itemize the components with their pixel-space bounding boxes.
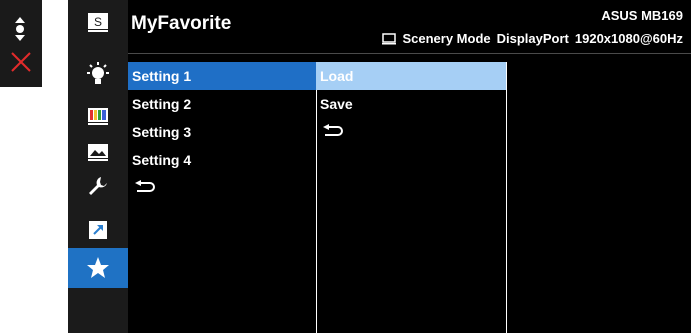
sidebar-item-color[interactable] bbox=[68, 96, 128, 136]
back-button[interactable] bbox=[128, 174, 316, 202]
setting-3-item[interactable]: Setting 3 bbox=[128, 118, 316, 146]
scenery-mode-text: Scenery Mode bbox=[402, 31, 491, 46]
osd-key-strip bbox=[0, 0, 42, 87]
header-divider bbox=[128, 53, 691, 54]
settings-list: Setting 1 Setting 2 Setting 3 Setting 4 bbox=[128, 62, 316, 202]
page-title: MyFavorite bbox=[131, 13, 232, 34]
sidebar-item-system-setup[interactable] bbox=[68, 166, 128, 206]
monitor-icon bbox=[382, 32, 397, 44]
column-divider-2 bbox=[506, 62, 507, 333]
input-source-text: DisplayPort bbox=[496, 31, 569, 46]
sidebar-item-shortcut[interactable] bbox=[68, 210, 128, 250]
joystick-icon[interactable] bbox=[9, 17, 31, 41]
setting-4-item[interactable]: Setting 4 bbox=[128, 146, 316, 174]
image-icon bbox=[88, 144, 108, 161]
shortcut-icon bbox=[89, 221, 107, 239]
favorite-star-icon bbox=[87, 257, 109, 278]
wrench-icon bbox=[89, 177, 107, 195]
back-button-2[interactable] bbox=[316, 118, 506, 146]
load-item[interactable]: Load bbox=[316, 62, 506, 90]
splendid-icon: S bbox=[88, 13, 108, 32]
close-icon[interactable] bbox=[10, 51, 32, 73]
save-item[interactable]: Save bbox=[316, 90, 506, 118]
return-arrow-icon bbox=[135, 180, 155, 192]
actions-list: Load Save bbox=[316, 62, 506, 146]
sidebar-item-favorite[interactable] bbox=[68, 248, 128, 288]
svg-text:S: S bbox=[94, 15, 102, 29]
color-icon bbox=[88, 108, 108, 125]
setting-2-item[interactable]: Setting 2 bbox=[128, 90, 316, 118]
osd-menu: S MyFavorite ASUS MB169 Scenery Mode Dis… bbox=[68, 0, 691, 333]
bluelight-icon bbox=[87, 62, 109, 84]
status-bar: Scenery Mode DisplayPort 1920x1080@60Hz bbox=[382, 31, 683, 46]
sidebar-item-bluelight[interactable] bbox=[68, 54, 128, 94]
setting-1-item[interactable]: Setting 1 bbox=[128, 62, 316, 90]
model-name: ASUS MB169 bbox=[601, 8, 683, 23]
return-arrow-icon bbox=[323, 124, 343, 136]
resolution-text: 1920x1080@60Hz bbox=[574, 31, 683, 46]
icon-sidebar: S bbox=[68, 0, 128, 333]
sidebar-item-splendid[interactable]: S bbox=[68, 2, 128, 42]
